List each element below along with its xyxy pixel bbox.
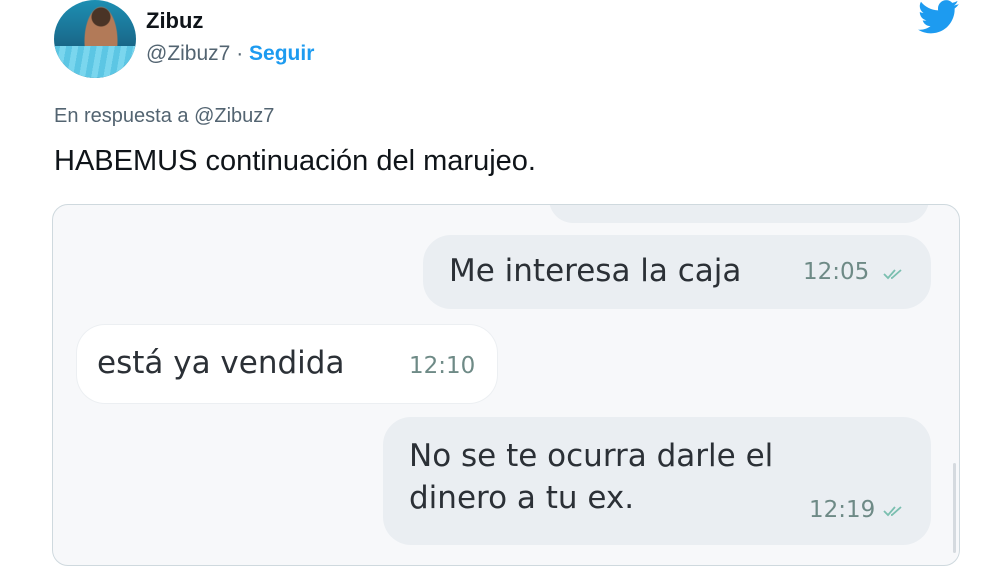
avatar-pool	[54, 46, 136, 78]
chat-screenshot[interactable]: Me interesa la caja 12:05 está ya vendid…	[52, 204, 960, 566]
message-text: está ya vendida	[97, 345, 345, 381]
author-handle[interactable]: @Zibuz7	[146, 42, 230, 65]
separator: ·	[230, 42, 250, 65]
chat-bubble-incoming: está ya vendida 12:10	[77, 325, 497, 403]
message-time: 12:19	[809, 497, 876, 523]
avatar-person	[84, 6, 118, 50]
chat-bubble-partial	[549, 205, 929, 223]
author-handle-line: @Zibuz7 · Seguir	[146, 42, 314, 66]
avatar[interactable]	[54, 0, 136, 78]
message-time: 12:05	[803, 259, 870, 285]
message-time: 12:10	[409, 353, 476, 379]
message-text-line-1: No se te ocurra darle el	[409, 438, 774, 474]
scrollbar[interactable]	[953, 463, 956, 553]
message-text: Me interesa la caja	[449, 253, 742, 289]
author-name[interactable]: Zibuz	[146, 8, 203, 34]
double-check-icon	[883, 506, 902, 517]
follow-link[interactable]: Seguir	[249, 42, 314, 65]
chat-bubble-outgoing: No se te ocurra darle el dinero a tu ex.…	[383, 417, 931, 545]
double-check-icon	[883, 269, 902, 280]
twitter-bird-icon[interactable]	[916, 0, 962, 34]
reply-context[interactable]: En respuesta a @Zibuz7	[54, 105, 274, 128]
chat-bubble-outgoing: Me interesa la caja 12:05	[423, 235, 931, 309]
tweet-text: HABEMUS continuación del marujeo.	[54, 145, 536, 177]
